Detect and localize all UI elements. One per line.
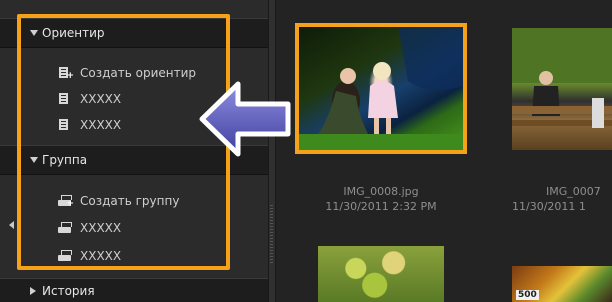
thumbnail-caption: IMG_0007 11/30/2011 1 bbox=[512, 184, 612, 214]
price-tag: 500 bbox=[516, 290, 539, 300]
file-date: 11/30/2011 2:32 PM bbox=[325, 200, 437, 213]
section-title: История bbox=[42, 284, 95, 298]
collapsed-triangle-icon bbox=[30, 287, 36, 295]
section-header-history[interactable]: История bbox=[0, 278, 276, 302]
splitter-grip[interactable] bbox=[270, 205, 273, 265]
pointer-arrow-icon bbox=[199, 81, 291, 157]
photo-content bbox=[512, 28, 612, 128]
thumbnail-grid: IMG_0008.jpg 11/30/2011 2:32 PM IMG_0007… bbox=[276, 0, 612, 302]
photo-thumbnail[interactable]: 500 bbox=[512, 266, 612, 302]
file-name: IMG_0008.jpg bbox=[343, 185, 419, 198]
file-name: IMG_0007 bbox=[546, 185, 601, 198]
file-date: 11/30/2011 1 bbox=[512, 200, 586, 213]
photo-thumbnail[interactable] bbox=[512, 28, 612, 150]
thumbnail-caption: IMG_0008.jpg 11/30/2011 2:32 PM bbox=[298, 184, 464, 214]
selection-frame bbox=[295, 23, 467, 154]
photo-thumbnail[interactable] bbox=[318, 246, 444, 302]
collapse-panel-icon[interactable] bbox=[9, 221, 14, 229]
